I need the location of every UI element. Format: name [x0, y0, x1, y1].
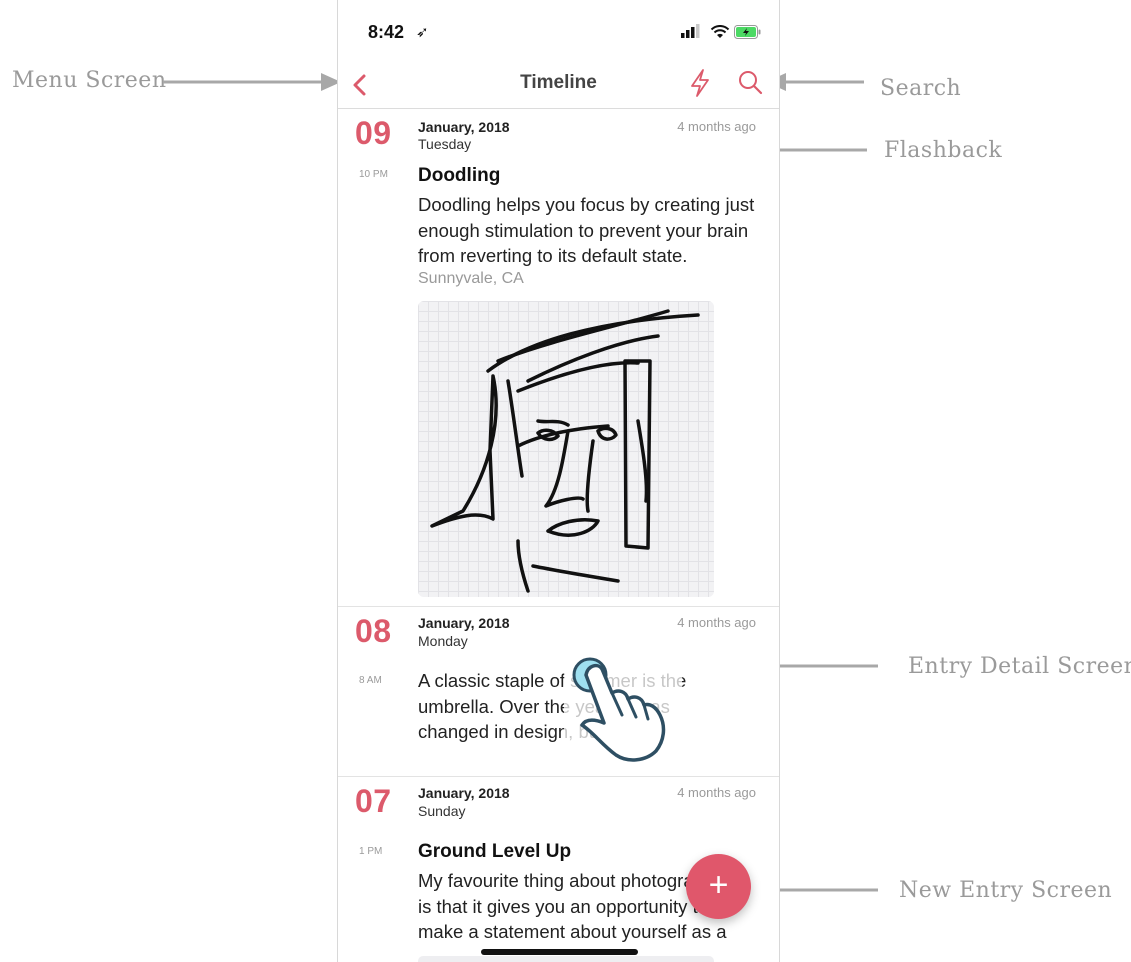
tap-gesture-icon — [564, 653, 682, 771]
wifi-icon — [710, 25, 730, 38]
entry-day: 09 — [355, 115, 392, 151]
phone-screen: 8:42 ➶ Timeline 09 January, 2018 Tuesday… — [337, 0, 780, 962]
entry-time: 8 AM — [359, 675, 382, 686]
entry-body: Doodling helps you focus by creating jus… — [418, 194, 755, 266]
location-arrow-icon: ➶ — [416, 24, 429, 41]
entry-relative-time: 4 months ago — [677, 785, 756, 800]
annotation-search: Search — [880, 76, 962, 101]
search-icon[interactable] — [736, 67, 766, 99]
annotation-arrow-search — [766, 73, 864, 91]
lightning-icon[interactable] — [686, 67, 714, 99]
entry-body-line: make a statement about yourself as a — [418, 921, 727, 942]
battery-icon — [734, 25, 761, 39]
entry-title: Doodling — [418, 165, 501, 186]
doodle-image — [418, 301, 714, 597]
navigation-bar: Timeline — [338, 62, 779, 109]
annotation-entry-detail: Entry Detail Screen — [908, 654, 1131, 679]
signal-icon — [681, 24, 700, 38]
entry-month: January, 2018 — [418, 615, 510, 631]
entry-time: 10 PM — [359, 169, 388, 180]
annotation-arrow-menu — [163, 73, 341, 91]
entry-time: 1 PM — [359, 846, 383, 857]
annotation-menu-screen: Menu Screen — [12, 68, 167, 93]
annotation-flashback: Flashback — [884, 138, 1003, 163]
entry-relative-time: 4 months ago — [677, 615, 756, 630]
annotation-new-entry: New Entry Screen — [899, 878, 1113, 903]
timeline-entry[interactable]: 09 January, 2018 Tuesday 4 months ago 10… — [338, 109, 779, 607]
entry-weekday: Monday — [418, 633, 468, 649]
entry-relative-time: 4 months ago — [677, 119, 756, 134]
entry-location: Sunnyvale, CA — [418, 270, 524, 287]
home-indicator — [481, 949, 638, 955]
entry-day: 07 — [355, 783, 392, 819]
entry-day: 08 — [355, 613, 392, 649]
new-entry-button[interactable]: + — [686, 854, 751, 919]
timeline-entry[interactable]: 08 January, 2018 Monday 4 months ago 8 A… — [338, 607, 779, 777]
entry-title: Ground Level Up — [418, 841, 572, 862]
entry-weekday: Tuesday — [418, 136, 472, 152]
status-bar: 8:42 ➶ — [338, 0, 779, 62]
entry-month: January, 2018 — [418, 119, 510, 135]
entry-photo-preview — [418, 956, 714, 962]
doodle-drawing — [430, 309, 700, 593]
entry-weekday: Sunday — [418, 803, 466, 819]
entry-month: January, 2018 — [418, 785, 510, 801]
status-time: 8:42 — [368, 22, 405, 42]
